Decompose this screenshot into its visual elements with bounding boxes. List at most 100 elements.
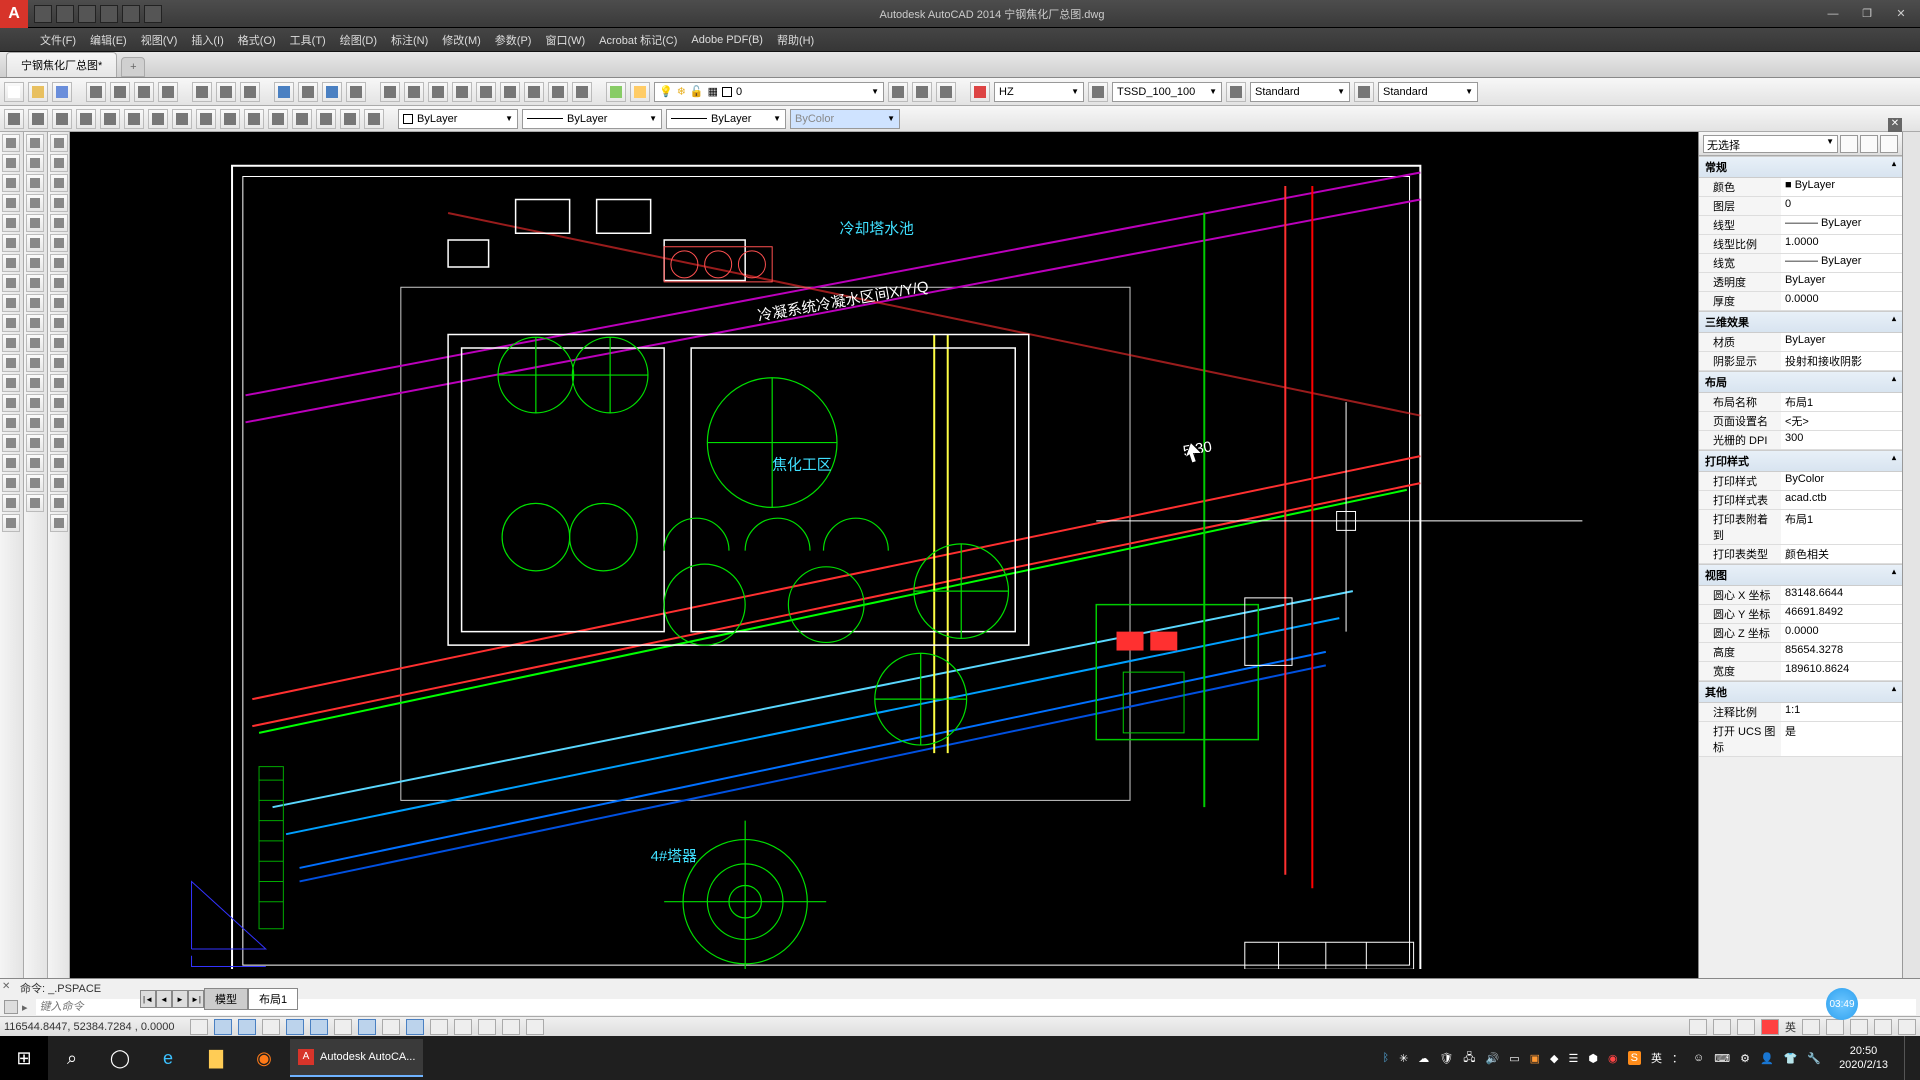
layer-isolate-icon[interactable]: [912, 82, 932, 102]
tray-shield-icon[interactable]: 🛡: [1439, 1052, 1453, 1065]
tray-ime-icon3[interactable]: ⌨: [1714, 1052, 1730, 1065]
prop-row[interactable]: 线型——— ByLayer: [1699, 216, 1902, 235]
extend-icon[interactable]: [26, 334, 44, 352]
taskbar-firefox-icon[interactable]: ◉: [240, 1036, 288, 1080]
menu-file[interactable]: 文件(F): [40, 32, 76, 48]
addselected-icon[interactable]: [2, 514, 20, 532]
properties-pickadd-icon[interactable]: [1840, 135, 1858, 153]
tray-ime-icon2[interactable]: ☺: [1693, 1052, 1704, 1064]
quickcalc-icon[interactable]: [572, 82, 592, 102]
gradient-icon[interactable]: [2, 434, 20, 452]
status-lock-icon[interactable]: [1826, 1019, 1844, 1035]
prop-row[interactable]: 打开 UCS 图标是: [1699, 722, 1902, 757]
prop-value[interactable]: 1:1: [1781, 703, 1902, 721]
prop-group-header[interactable]: 三维效果▴: [1699, 311, 1902, 333]
tray-app3-icon[interactable]: ◆: [1550, 1052, 1558, 1065]
dim-baseline-icon[interactable]: [50, 314, 68, 332]
tolerance-icon[interactable]: [50, 394, 68, 412]
status-isolate-icon[interactable]: [1874, 1019, 1892, 1035]
tray-ime-icon6[interactable]: 👕: [1784, 1052, 1798, 1065]
osnap-quad-icon[interactable]: [172, 109, 192, 129]
prop-value[interactable]: ByColor: [1781, 472, 1902, 490]
open-icon[interactable]: [28, 82, 48, 102]
properties-select-icon[interactable]: [1860, 135, 1878, 153]
qat-plot-icon[interactable]: [144, 5, 162, 23]
tab-nav-first[interactable]: |◄: [140, 990, 156, 1008]
prop-row[interactable]: 图层0: [1699, 197, 1902, 216]
insert-block-icon[interactable]: [2, 354, 20, 372]
qat-undo-icon[interactable]: [100, 5, 118, 23]
prop-row[interactable]: 页面设置名<无>: [1699, 412, 1902, 431]
dim-edit-icon[interactable]: [50, 474, 68, 492]
menu-parametric[interactable]: 参数(P): [495, 32, 532, 48]
status-ducs-icon[interactable]: [382, 1019, 400, 1035]
show-desktop-button[interactable]: [1904, 1036, 1910, 1080]
prop-value[interactable]: 是: [1781, 722, 1902, 756]
prop-group-header[interactable]: 其他▴: [1699, 681, 1902, 703]
tablestyle-icon[interactable]: [1226, 82, 1246, 102]
layer-combo[interactable]: 💡 ❄ 🔓 ▦ 0 ▼: [654, 82, 884, 102]
status-qp-icon[interactable]: [478, 1019, 496, 1035]
qat-open-icon[interactable]: [56, 5, 74, 23]
copy-object-icon[interactable]: [26, 154, 44, 172]
dim-quick-icon[interactable]: [50, 294, 68, 312]
taskbar-clock[interactable]: 20:50 2020/2/13: [1839, 1044, 1888, 1072]
prop-row[interactable]: 布局名称布局1: [1699, 393, 1902, 412]
move-icon[interactable]: [26, 234, 44, 252]
textstyle-icon[interactable]: [970, 82, 990, 102]
tray-app5-icon[interactable]: ⬢: [1588, 1052, 1598, 1065]
tray-ime-icon7[interactable]: 🔧: [1807, 1052, 1821, 1065]
qat-redo-icon[interactable]: [122, 5, 140, 23]
status-sc-icon[interactable]: [502, 1019, 520, 1035]
prop-row[interactable]: 打印表附着到布局1: [1699, 510, 1902, 545]
prop-group-header[interactable]: 布局▴: [1699, 371, 1902, 393]
join-icon[interactable]: [26, 394, 44, 412]
tablestyle-combo[interactable]: Standard▼: [1250, 82, 1350, 102]
markup-icon[interactable]: [548, 82, 568, 102]
point-icon[interactable]: [2, 394, 20, 412]
spline-icon[interactable]: [2, 294, 20, 312]
status-annoscale-icon[interactable]: [1761, 1019, 1779, 1035]
mtext-icon[interactable]: [2, 494, 20, 512]
status-tpy-icon[interactable]: [454, 1019, 472, 1035]
paste-icon[interactable]: [240, 82, 260, 102]
status-polar-icon[interactable]: [286, 1019, 304, 1035]
make-block-icon[interactable]: [2, 374, 20, 392]
osnap-parallel-icon[interactable]: [244, 109, 264, 129]
array-icon[interactable]: [26, 214, 44, 232]
osnap-node-icon[interactable]: [268, 109, 288, 129]
tray-app2-icon[interactable]: ▣: [1530, 1052, 1540, 1065]
osnap-settings-icon[interactable]: [364, 109, 384, 129]
commandline-close-icon[interactable]: ✕: [2, 981, 14, 993]
osnap-tan-icon[interactable]: [196, 109, 216, 129]
preview-icon[interactable]: [110, 82, 130, 102]
properties-quickselect-icon[interactable]: [1880, 135, 1898, 153]
prop-row[interactable]: 线宽——— ByLayer: [1699, 254, 1902, 273]
qat-new-icon[interactable]: [34, 5, 52, 23]
prop-row[interactable]: 打印样式表acad.ctb: [1699, 491, 1902, 510]
menu-acrobat[interactable]: Acrobat 标记(C): [599, 32, 677, 48]
redo-list-icon[interactable]: [346, 82, 366, 102]
blend-icon[interactable]: [26, 454, 44, 472]
cut-icon[interactable]: [192, 82, 212, 102]
publish-icon[interactable]: [134, 82, 154, 102]
menu-format[interactable]: 格式(O): [238, 32, 276, 48]
tray-app4-icon[interactable]: ☰: [1569, 1052, 1579, 1065]
redo-icon[interactable]: [322, 82, 342, 102]
prop-row[interactable]: 宽度189610.8624: [1699, 662, 1902, 681]
dim-continue-icon[interactable]: [50, 334, 68, 352]
add-tab-button[interactable]: +: [121, 57, 145, 77]
status-quickview-drawings-icon[interactable]: [1737, 1019, 1755, 1035]
status-lwt-icon[interactable]: [430, 1019, 448, 1035]
status-model-icon[interactable]: [1689, 1019, 1707, 1035]
dim-ordinate-icon[interactable]: [50, 194, 68, 212]
prop-value[interactable]: 布局1: [1781, 510, 1902, 544]
prop-value[interactable]: 85654.3278: [1781, 643, 1902, 661]
close-button[interactable]: ✕: [1890, 5, 1912, 23]
prop-row[interactable]: 透明度ByLayer: [1699, 273, 1902, 292]
tray-app6-icon[interactable]: ◉: [1608, 1052, 1618, 1065]
region-icon[interactable]: [2, 454, 20, 472]
mirror-icon[interactable]: [26, 174, 44, 192]
mleaderstyle-combo[interactable]: Standard▼: [1378, 82, 1478, 102]
prop-row[interactable]: 高度85654.3278: [1699, 643, 1902, 662]
